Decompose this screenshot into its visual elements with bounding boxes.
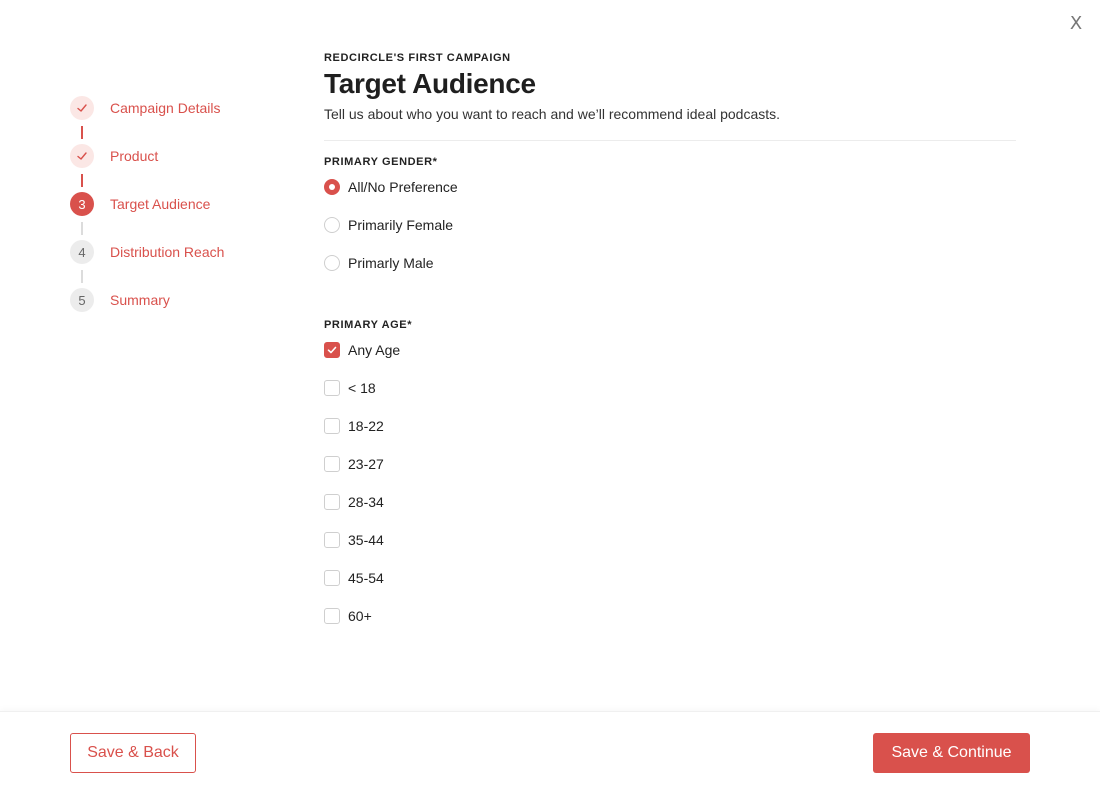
divider bbox=[324, 140, 1016, 141]
save-back-button[interactable]: Save & Back bbox=[70, 733, 196, 773]
page-subtitle: Tell us about who you want to reach and … bbox=[324, 106, 781, 122]
age-option-60-plus[interactable]: 60+ bbox=[324, 597, 412, 635]
step-distribution-reach[interactable]: 4 Distribution Reach bbox=[70, 240, 290, 264]
age-option-18-22[interactable]: 18-22 bbox=[324, 407, 412, 445]
page-title: Target Audience bbox=[324, 68, 536, 99]
option-label: Any Age bbox=[348, 342, 401, 358]
age-option-any[interactable]: Any Age bbox=[324, 331, 412, 369]
age-section: PRIMARY AGE* Any Age < 18 18-22 23-27 28… bbox=[324, 319, 412, 635]
checkbox[interactable] bbox=[324, 456, 340, 472]
check-icon bbox=[327, 346, 337, 354]
age-option-45-54[interactable]: 45-54 bbox=[324, 559, 412, 597]
option-label: 45-54 bbox=[348, 570, 384, 586]
gender-option-male[interactable]: Primarly Male bbox=[324, 244, 458, 282]
step-number: 3 bbox=[70, 192, 94, 216]
option-label: Primarily Female bbox=[348, 217, 454, 233]
checkbox[interactable] bbox=[324, 570, 340, 586]
checkbox[interactable] bbox=[324, 608, 340, 624]
checkbox[interactable] bbox=[324, 494, 340, 510]
option-label: 28-34 bbox=[348, 494, 384, 510]
step-number: 4 bbox=[70, 240, 94, 264]
step-connector bbox=[81, 126, 83, 139]
step-connector bbox=[81, 174, 83, 187]
step-label: Summary bbox=[110, 292, 170, 308]
age-option-23-27[interactable]: 23-27 bbox=[324, 445, 412, 483]
option-label: 35-44 bbox=[348, 532, 384, 548]
step-campaign-details[interactable]: Campaign Details bbox=[70, 96, 290, 120]
step-label: Target Audience bbox=[110, 196, 211, 212]
step-connector bbox=[81, 222, 83, 235]
main-content: REDCIRCLE'S FIRST CAMPAIGN Target Audien… bbox=[324, 52, 1016, 624]
check-icon bbox=[70, 144, 94, 168]
step-summary[interactable]: 5 Summary bbox=[70, 288, 290, 312]
checkbox[interactable] bbox=[324, 532, 340, 548]
option-label: < 18 bbox=[348, 380, 376, 396]
save-continue-button[interactable]: Save & Continue bbox=[873, 733, 1030, 773]
step-target-audience[interactable]: 3 Target Audience bbox=[70, 192, 290, 216]
gender-option-all[interactable]: All/No Preference bbox=[324, 168, 458, 206]
campaign-name: REDCIRCLE'S FIRST CAMPAIGN bbox=[324, 52, 511, 64]
option-label: Primarly Male bbox=[348, 255, 434, 271]
step-number: 5 bbox=[70, 288, 94, 312]
option-label: 23-27 bbox=[348, 456, 384, 472]
age-label: PRIMARY AGE* bbox=[324, 319, 413, 331]
gender-label: PRIMARY GENDER* bbox=[324, 156, 438, 168]
option-label: 18-22 bbox=[348, 418, 384, 434]
gender-section: PRIMARY GENDER* All/No Preference Primar… bbox=[324, 156, 458, 282]
age-option-35-44[interactable]: 35-44 bbox=[324, 521, 412, 559]
gender-option-female[interactable]: Primarily Female bbox=[324, 206, 458, 244]
step-label: Product bbox=[110, 148, 159, 164]
close-icon[interactable]: X bbox=[1066, 12, 1086, 36]
step-product[interactable]: Product bbox=[70, 144, 290, 168]
age-option-28-34[interactable]: 28-34 bbox=[324, 483, 412, 521]
age-options: Any Age < 18 18-22 23-27 28-34 35-44 45-… bbox=[324, 331, 412, 635]
radio-button[interactable] bbox=[324, 179, 340, 195]
step-label: Campaign Details bbox=[110, 100, 221, 116]
check-icon bbox=[70, 96, 94, 120]
step-label: Distribution Reach bbox=[110, 244, 225, 260]
checkbox[interactable] bbox=[324, 342, 340, 358]
step-connector bbox=[81, 270, 83, 283]
age-option-under-18[interactable]: < 18 bbox=[324, 369, 412, 407]
gender-options: All/No Preference Primarily Female Prima… bbox=[324, 168, 458, 282]
radio-button[interactable] bbox=[324, 255, 340, 271]
option-label: 60+ bbox=[348, 608, 372, 624]
option-label: All/No Preference bbox=[348, 179, 458, 195]
checkbox[interactable] bbox=[324, 418, 340, 434]
radio-button[interactable] bbox=[324, 217, 340, 233]
checkbox[interactable] bbox=[324, 380, 340, 396]
footer-bar: Save & Back Save & Continue bbox=[0, 711, 1100, 788]
